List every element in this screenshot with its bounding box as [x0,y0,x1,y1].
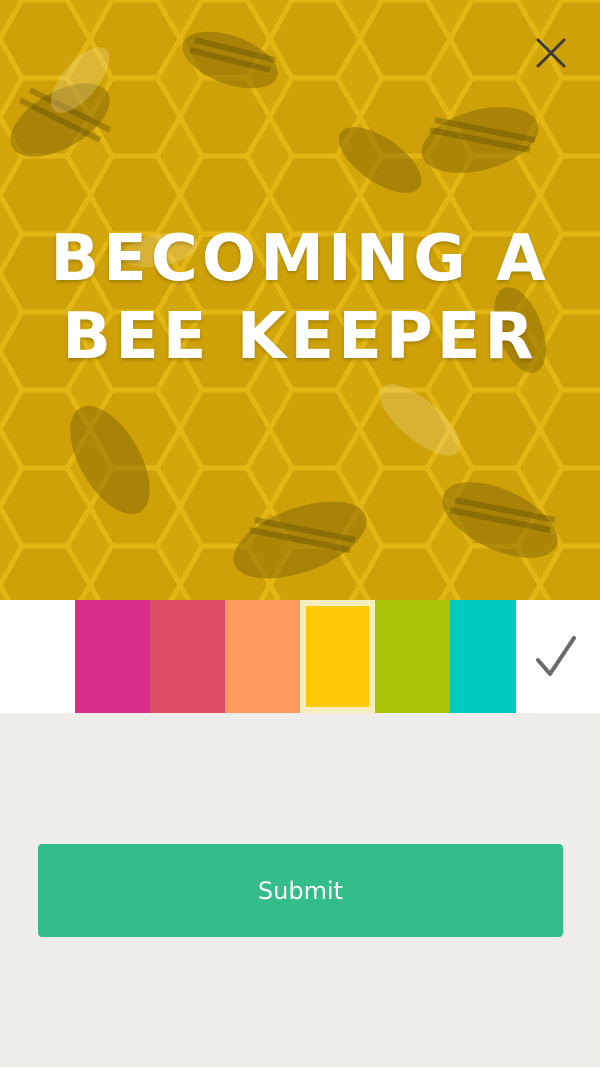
hero-title: Becoming a Bee Keeper [0,220,600,376]
swatch-yellow[interactable] [300,600,375,713]
swatch-white[interactable] [0,600,75,713]
swatch-green[interactable] [375,600,450,713]
submit-button[interactable]: Submit [38,844,563,937]
close-icon [536,38,566,68]
checkmark-icon [536,636,576,676]
swatch-magenta[interactable] [75,600,150,713]
swatch-orange[interactable] [225,600,300,713]
hero-image: Becoming a Bee Keeper [0,0,600,600]
color-picker [0,600,600,713]
hero-title-line-2: Bee Keeper [62,300,538,374]
close-button[interactable] [532,34,570,72]
confirm-button[interactable] [532,630,580,682]
swatch-coral[interactable] [150,600,225,713]
hero-title-line-1: Becoming a [50,222,550,296]
swatch-teal[interactable] [450,600,516,713]
